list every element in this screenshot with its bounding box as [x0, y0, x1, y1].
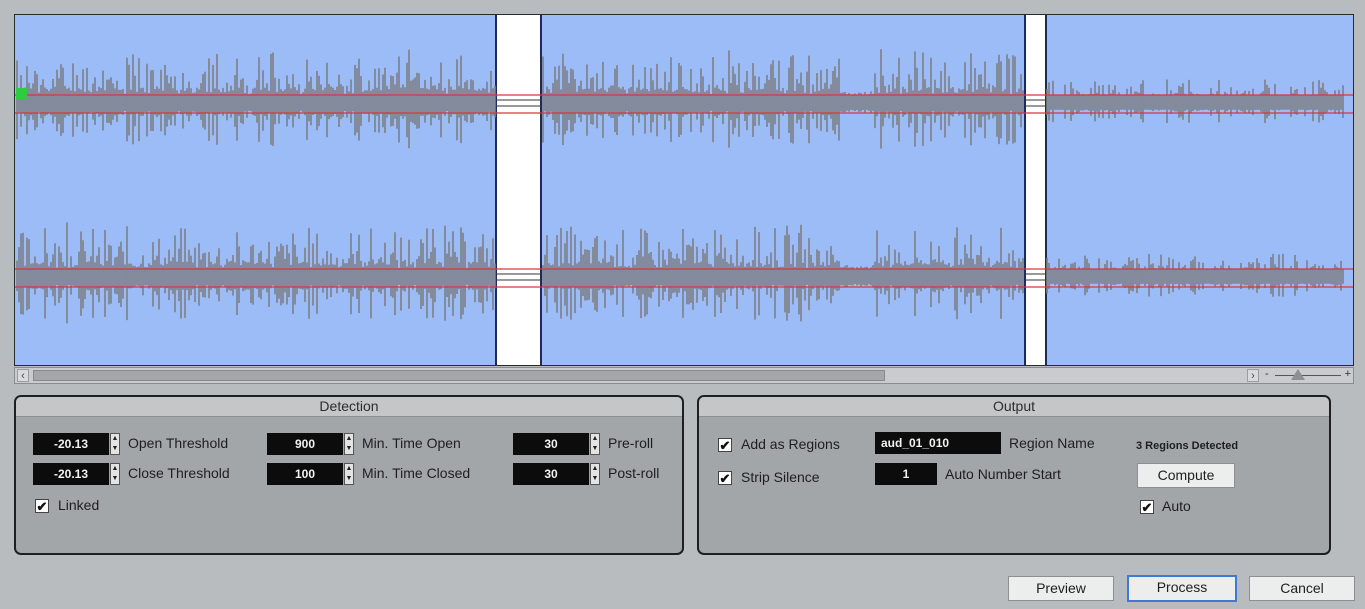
waveform-display[interactable] — [14, 14, 1354, 366]
linked-label: Linked — [58, 497, 100, 513]
output-title: Output — [699, 397, 1329, 417]
min-time-open-field[interactable]: 900 — [267, 433, 343, 455]
close-threshold-field[interactable]: -20.13 — [33, 463, 109, 485]
pre-roll-spinner-icon[interactable]: ▲ ▼ — [590, 433, 600, 455]
open-threshold-spinner-icon[interactable]: ▲ ▼ — [110, 433, 120, 455]
auto-number-start-field[interactable]: 1 — [875, 463, 937, 485]
zoom-thumb[interactable] — [1291, 369, 1305, 380]
audio-channel-waveform — [16, 49, 1344, 149]
audio-channel-waveform — [16, 222, 1344, 324]
silence-gap — [1025, 15, 1046, 365]
pre-roll-label: Pre-roll — [608, 435, 654, 451]
linked-checkbox[interactable]: ✔ — [35, 499, 49, 513]
zoom-track — [1275, 375, 1341, 376]
auto-checkbox[interactable]: ✔ — [1140, 500, 1154, 514]
process-button[interactable]: Process — [1127, 575, 1237, 602]
scroll-right-arrow-icon[interactable]: › — [1247, 369, 1259, 382]
strip-silence-checkbox[interactable]: ✔ — [718, 471, 732, 485]
cancel-button[interactable]: Cancel — [1249, 576, 1355, 601]
add-as-regions-checkbox[interactable]: ✔ — [718, 438, 732, 452]
regions-detected-status: 3 Regions Detected — [1136, 440, 1239, 452]
post-roll-field[interactable]: 30 — [513, 463, 589, 485]
zoom-in-icon[interactable]: + — [1345, 368, 1351, 380]
auto-label: Auto — [1162, 498, 1191, 514]
zoom-out-icon[interactable]: - — [1265, 368, 1269, 380]
min-time-closed-label: Min. Time Closed — [362, 465, 471, 481]
compute-button[interactable]: Compute — [1137, 463, 1235, 488]
close-threshold-label: Close Threshold — [128, 465, 230, 481]
horizontal-scrollbar[interactable]: ‹ › - + — [14, 367, 1354, 384]
region-name-field[interactable]: aud_01_010 — [875, 432, 1001, 454]
strip-silence-label: Strip Silence — [741, 469, 820, 485]
min-time-closed-spinner-icon[interactable]: ▲ ▼ — [344, 463, 354, 485]
zoom-slider[interactable]: - + — [1265, 368, 1351, 382]
scrollbar-thumb[interactable] — [33, 370, 885, 381]
min-time-open-spinner-icon[interactable]: ▲ ▼ — [344, 433, 354, 455]
close-threshold-spinner-icon[interactable]: ▲ ▼ — [110, 463, 120, 485]
waveform-canvas[interactable] — [15, 15, 1353, 365]
detection-title: Detection — [16, 397, 682, 417]
post-roll-spinner-icon[interactable]: ▲ ▼ — [590, 463, 600, 485]
open-threshold-field[interactable]: -20.13 — [33, 433, 109, 455]
detection-panel: Detection -20.13 ▲ ▼ Open Threshold -20.1… — [14, 395, 684, 555]
min-time-open-label: Min. Time Open — [362, 435, 461, 451]
region-name-label: Region Name — [1009, 435, 1095, 451]
post-roll-label: Post-roll — [608, 465, 660, 481]
silence-gap — [496, 15, 541, 365]
preview-button[interactable]: Preview — [1008, 576, 1114, 601]
threshold-handle[interactable] — [16, 88, 27, 99]
open-threshold-label: Open Threshold — [128, 435, 229, 451]
add-as-regions-label: Add as Regions — [741, 436, 840, 452]
pre-roll-field[interactable]: 30 — [513, 433, 589, 455]
output-panel: Output ✔ Add as Regions ✔ Strip Silence … — [697, 395, 1331, 555]
auto-number-start-label: Auto Number Start — [945, 466, 1061, 482]
min-time-closed-field[interactable]: 100 — [267, 463, 343, 485]
scroll-left-arrow-icon[interactable]: ‹ — [17, 369, 29, 382]
